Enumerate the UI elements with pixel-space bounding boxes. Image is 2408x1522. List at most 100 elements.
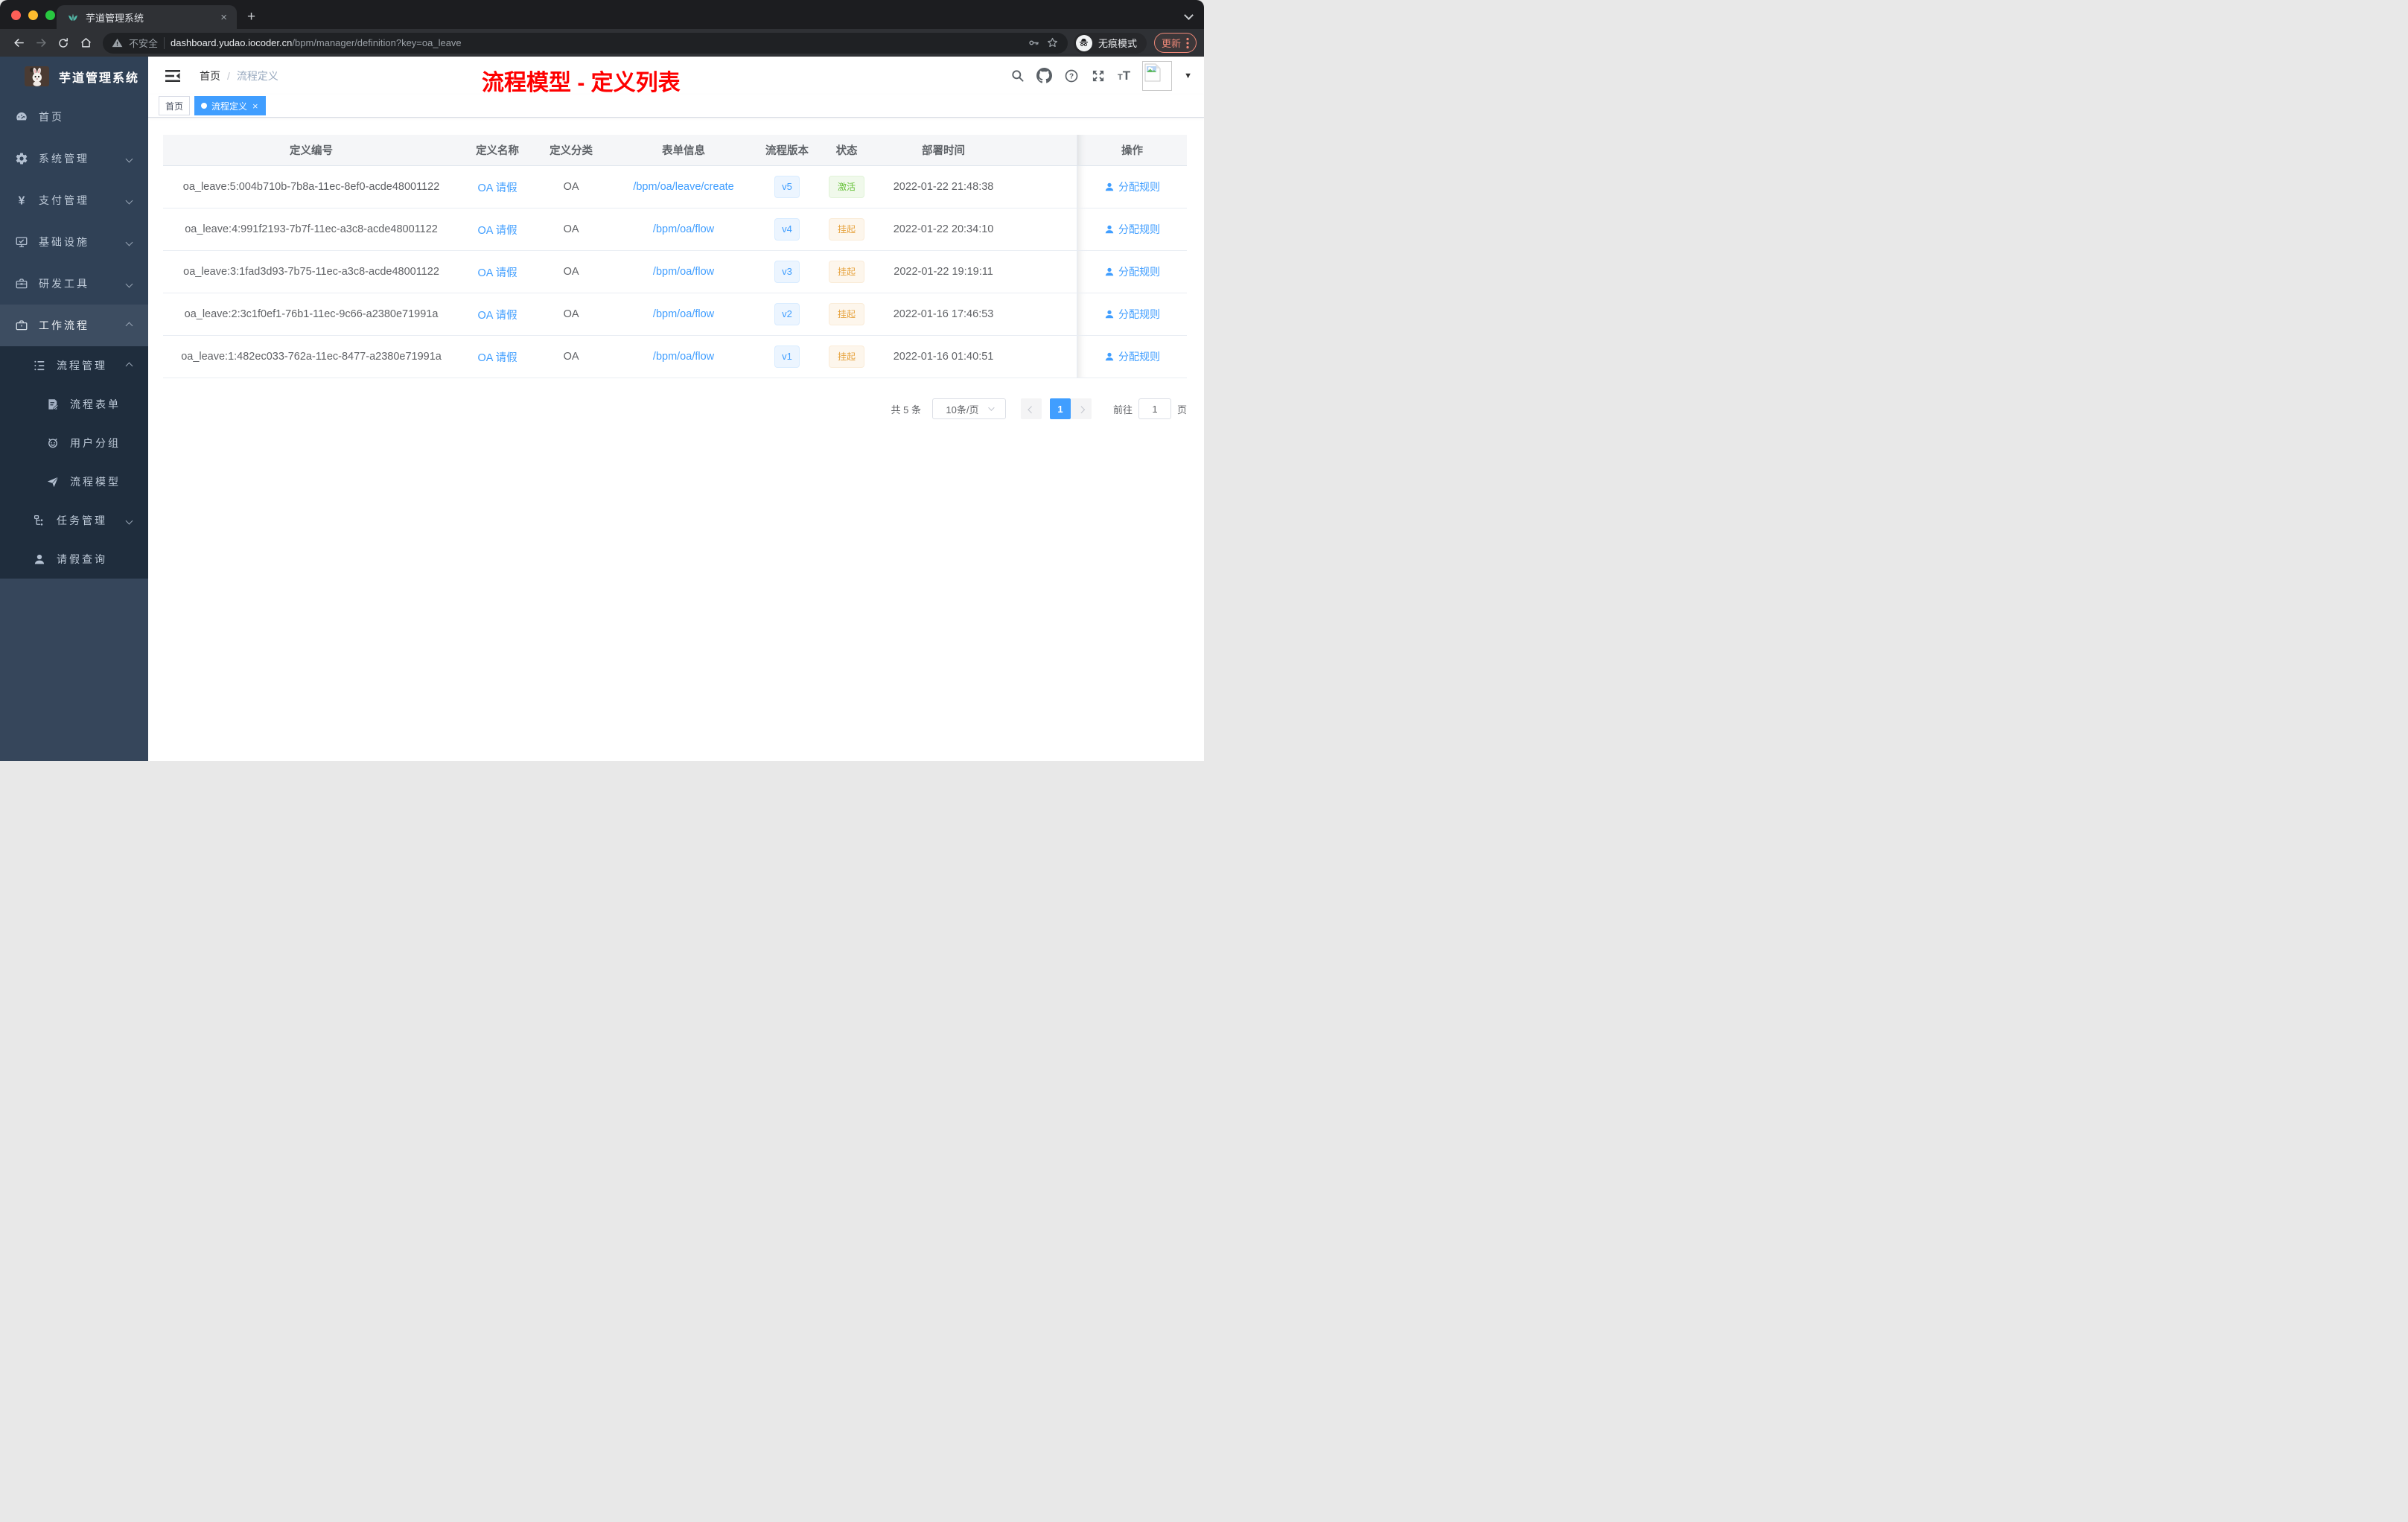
tag-home[interactable]: 首页 [159,96,191,115]
user-icon [1104,309,1115,319]
table-row: oa_leave:3:1fad3d93-7b75-11ec-a3c8-acde4… [163,251,1187,293]
avatar-caret-icon[interactable]: ▼ [1184,71,1192,80]
cell-version: v1 [760,336,814,378]
next-page-button[interactable] [1070,398,1092,419]
browser-toolbar: 不安全 dashboard.yudao.iocoder.cn/bpm/manag… [0,29,1204,57]
font-size-icon[interactable]: TT [1118,69,1130,83]
sidebar-item-payment[interactable]: ¥ 支付管理 [0,179,148,221]
toolbox-icon [15,277,28,290]
definition-name-link[interactable]: OA 请假 [477,307,517,322]
logo[interactable]: 芋道管理系统 [0,57,148,96]
omnibox[interactable]: 不安全 dashboard.yudao.iocoder.cn/bpm/manag… [103,32,1068,54]
tab-close-icon[interactable]: × [218,11,229,24]
form-link[interactable]: /bpm/oa/flow [653,351,714,363]
header-cell-name: 定义名称 [476,145,520,157]
version-tag: v5 [774,176,800,198]
goto-label: 前往 [1112,404,1133,415]
sidebar-item-label: 系统管理 [39,153,89,165]
goto-input[interactable] [1138,398,1171,419]
forward-button[interactable] [30,32,52,54]
chevron-down-icon [125,517,133,524]
sidebar-item-home[interactable]: 首页 [0,96,148,138]
home-button[interactable] [74,32,97,54]
user-icon [33,553,46,566]
url-text: dashboard.yudao.iocoder.cn/bpm/manager/d… [171,37,462,48]
help-icon[interactable]: ? [1064,69,1079,83]
page-size-select[interactable]: 10条/页 [931,398,1006,419]
back-button[interactable] [7,32,30,54]
assign-rule-label: 分配规则 [1118,181,1160,193]
bookmark-star-icon[interactable] [1046,36,1059,49]
form-link[interactable]: /bpm/oa/flow [653,266,714,278]
sidebar-item-system[interactable]: 系统管理 [0,138,148,179]
sidebar-item-process-form[interactable]: 流程表单 [0,385,148,424]
warning-icon [112,37,123,48]
security-badge[interactable]: 不安全 [129,36,158,50]
incognito-icon [1075,34,1092,51]
cell-id: oa_leave:1:482ec033-762a-11ec-8477-a2380… [181,351,442,363]
zoom-window-button[interactable] [45,10,55,20]
fullscreen-icon[interactable] [1091,69,1106,83]
sidebar-item-user-group[interactable]: 用户分组 [0,424,148,462]
sidebar-item-label: 流程管理 [57,360,107,372]
form-link[interactable]: /bpm/oa/flow [653,308,714,320]
cell-id: oa_leave:3:1fad3d93-7b75-11ec-a3c8-acde4… [183,266,439,278]
definition-name-link[interactable]: OA 请假 [477,264,517,280]
prev-page-button[interactable] [1020,398,1042,419]
definition-name-link[interactable]: OA 请假 [477,179,517,195]
tab-search-button[interactable] [1184,9,1194,22]
tag-process-definition[interactable]: 流程定义 × [194,96,266,115]
chevron-down-icon [125,280,133,287]
assign-rule-link[interactable]: 分配规则 [1104,349,1160,364]
new-tab-button[interactable]: + [237,9,266,29]
cell-id: oa_leave:5:004b710b-7b8a-11ec-8ef0-acde4… [182,181,440,193]
hamburger-button[interactable] [159,66,187,86]
search-icon[interactable] [1010,69,1025,83]
sidebar-item-devtools[interactable]: 研发工具 [0,263,148,305]
window-controls [11,10,55,20]
reload-button[interactable] [52,32,74,54]
browser-tab[interactable]: 芋道管理系统 × [57,5,237,29]
sidebar-item-process-management[interactable]: 流程管理 [0,346,148,385]
cell-status: 挂起 [814,293,879,335]
header-cell-form: 表单信息 [662,145,706,157]
tag-close-icon[interactable]: × [252,101,259,111]
assign-rule-link[interactable]: 分配规则 [1104,264,1160,279]
sidebar-item-label: 流程表单 [70,398,121,410]
broken-image-icon [1144,63,1161,81]
close-window-button[interactable] [11,10,21,20]
chevron-left-icon [1028,405,1036,413]
sidebar-item-task-management[interactable]: 任务管理 [0,501,148,540]
assign-rule-link[interactable]: 分配规则 [1104,307,1160,322]
page-content: 定义编号 定义名称 定义分类 表单信息 流程版本 状态 部署时间 操作 oa_leave:5:… [148,118,1204,761]
kebab-menu-icon[interactable] [1186,37,1189,49]
update-button[interactable]: 更新 [1153,33,1197,53]
form-link[interactable]: /bpm/oa/flow [653,223,714,235]
cell-category: OA [563,266,579,278]
current-page-button[interactable]: 1 [1049,398,1071,419]
breadcrumb-home[interactable]: 首页 [200,69,220,83]
tags-bar: 首页 流程定义 × [148,95,1204,118]
definition-name-link[interactable]: OA 请假 [477,349,517,365]
sidebar-item-leave-query[interactable]: 请假查询 [0,540,148,579]
form-link[interactable]: /bpm/oa/leave/create [633,181,733,193]
header-cell-version: 流程版本 [765,145,809,157]
sidebar-item-process-model[interactable]: 流程模型 [0,462,148,501]
sidebar-item-infrastructure[interactable]: 基础设施 [0,221,148,263]
avatar[interactable] [1142,60,1173,91]
key-icon[interactable] [1028,36,1040,49]
monitor-icon [15,235,28,249]
status-badge: 激活 [829,176,865,198]
assign-rule-link[interactable]: 分配规则 [1104,179,1160,194]
breadcrumb: 首页 / 流程定义 [200,69,278,83]
user-icon [1104,224,1115,235]
definition-name-link[interactable]: OA 请假 [477,222,517,238]
incognito-label: 无痕模式 [1098,38,1137,49]
assign-rule-link[interactable]: 分配规则 [1104,222,1160,237]
github-icon[interactable] [1036,68,1052,83]
minimize-window-button[interactable] [28,10,38,20]
sidebar-item-workflow[interactable]: 工作流程 [0,305,148,346]
cell-version: v5 [760,166,814,208]
page-size-value: 10条/页 [946,404,979,415]
version-tag: v1 [774,346,800,368]
